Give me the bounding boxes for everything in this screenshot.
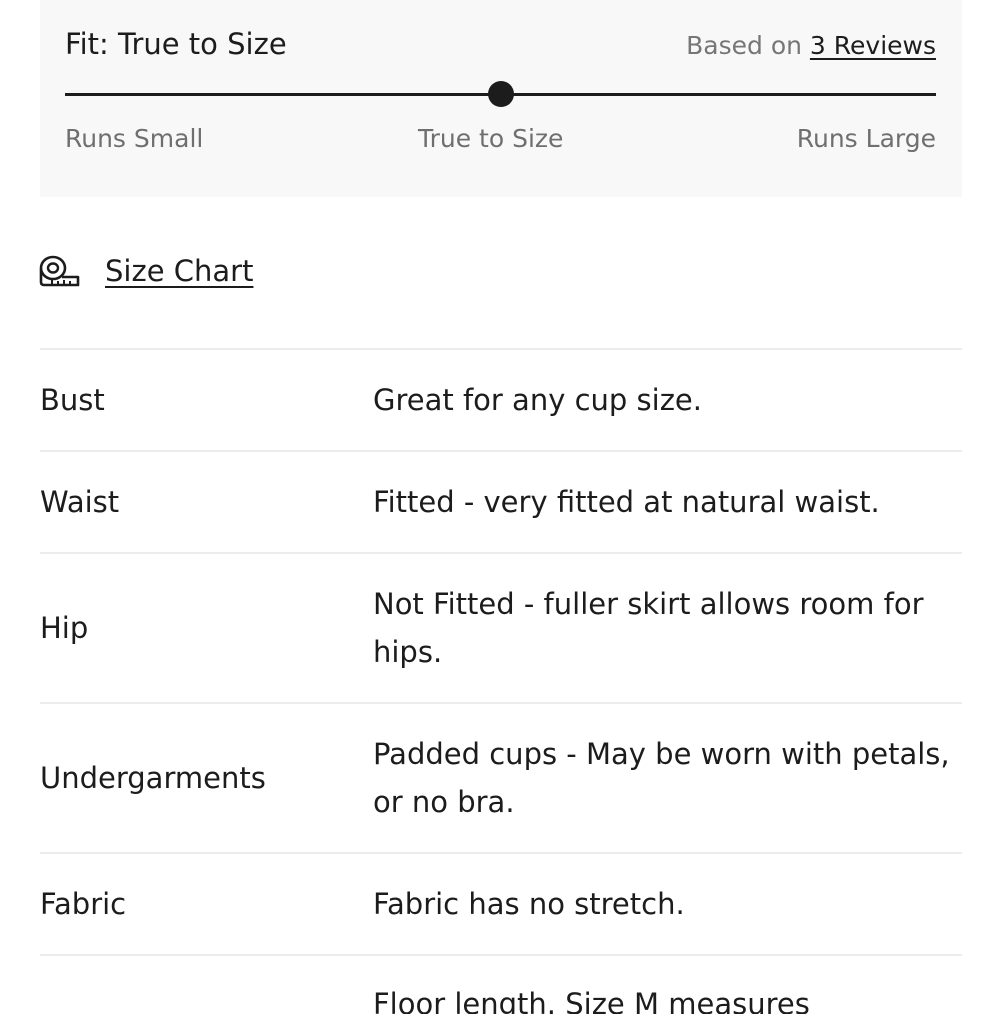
detail-value: Padded cups - May be worn with petals, o… bbox=[373, 737, 950, 819]
detail-value: Fabric has no stretch. bbox=[373, 887, 685, 921]
detail-row-fabric: Fabric Fabric has no stretch. bbox=[40, 852, 962, 954]
detail-row-length: Floor length. Size M measures bbox=[40, 954, 962, 1014]
detail-row-waist: Waist Fitted - very fitted at natural wa… bbox=[40, 450, 962, 552]
detail-row-bust: Bust Great for any cup size. bbox=[40, 348, 962, 450]
detail-value: Not Fitted - fuller skirt allows room fo… bbox=[373, 587, 924, 669]
size-chart-label: Size Chart bbox=[105, 254, 254, 288]
based-on-text: Based on bbox=[686, 31, 802, 60]
detail-value: Floor length. Size M measures bbox=[373, 987, 810, 1014]
detail-row-hip: Hip Not Fitted - fuller skirt allows roo… bbox=[40, 552, 962, 702]
detail-value: Great for any cup size. bbox=[373, 383, 702, 417]
measuring-tape-icon bbox=[39, 255, 80, 287]
detail-row-undergarments: Undergarments Padded cups - May be worn … bbox=[40, 702, 962, 852]
fit-scale-marker bbox=[487, 81, 514, 107]
runs-small-label: Runs Small bbox=[65, 124, 204, 153]
detail-name: Bust bbox=[40, 383, 105, 417]
detail-name: Waist bbox=[40, 485, 120, 519]
fit-title: Fit: True to Size bbox=[65, 27, 287, 61]
reviews-link[interactable]: 3 Reviews bbox=[810, 31, 936, 60]
size-chart-link[interactable]: Size Chart bbox=[38, 252, 253, 290]
fit-rating-panel: Fit: True to Size Based on 3 Reviews Run… bbox=[40, 0, 962, 197]
detail-name: Undergarments bbox=[40, 761, 266, 795]
reviews-summary: Based on 3 Reviews bbox=[686, 30, 936, 62]
detail-name: Fabric bbox=[40, 887, 127, 921]
detail-name: Hip bbox=[40, 611, 89, 645]
true-to-size-label: True to Size bbox=[418, 124, 564, 153]
runs-large-label: Runs Large bbox=[796, 124, 936, 153]
fit-scale-track bbox=[65, 81, 936, 107]
detail-value: Fitted - very fitted at natural waist. bbox=[373, 485, 880, 519]
fit-details-list: Bust Great for any cup size. Waist Fitte… bbox=[40, 348, 962, 1014]
